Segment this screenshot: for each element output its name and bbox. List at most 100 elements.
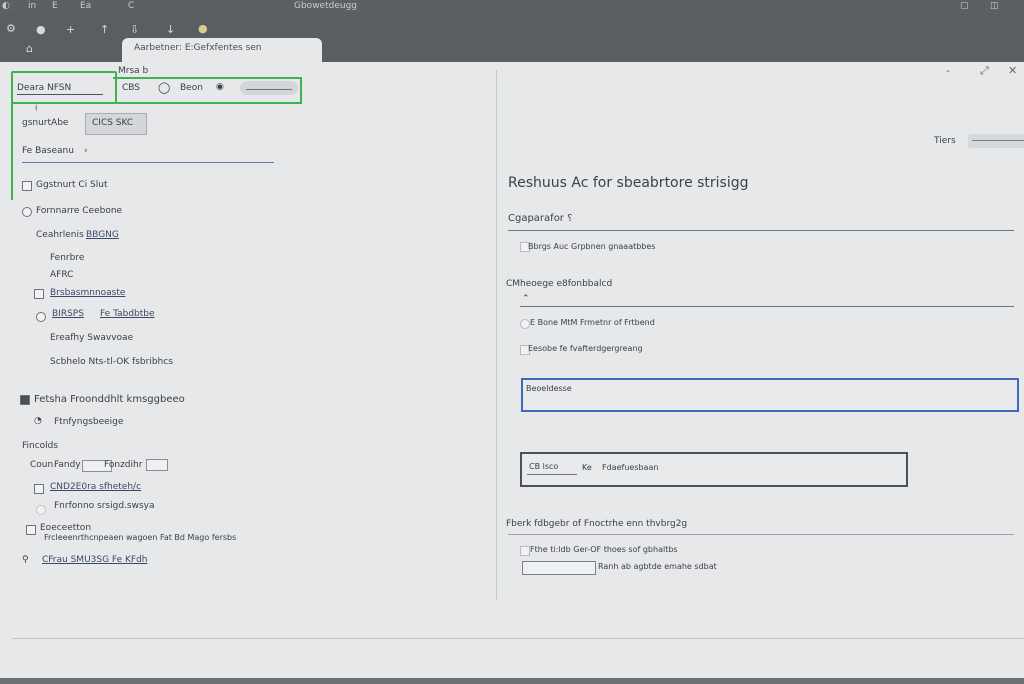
row11-label: Fincolds: [22, 441, 59, 451]
panel-divider: [496, 70, 497, 600]
row16-link[interactable]: CFrau SMU3SG Fe KFdh: [42, 555, 148, 565]
download-icon[interactable]: ⇩: [130, 23, 139, 36]
plus-icon[interactable]: +: [66, 23, 75, 36]
row15-label: Eoeceetton: [40, 523, 92, 533]
info-icon[interactable]: ●: [36, 23, 46, 36]
row6-checkbox[interactable]: [34, 289, 44, 299]
selected-field-text: Beoeldesse: [526, 384, 572, 393]
opt2-label: E Bone MtM Frmetnr of Frtbend: [530, 318, 655, 327]
home-icon[interactable]: ⌂: [26, 42, 33, 55]
status-dot-icon: ●: [198, 22, 208, 35]
selected-field[interactable]: Beoeldesse: [521, 378, 1019, 412]
row12-text: Fonzdihr: [104, 460, 143, 470]
search-input[interactable]: Deara NFSN: [15, 80, 105, 96]
text-field-label: CB lsco: [529, 462, 559, 471]
row7-radio[interactable]: [36, 312, 46, 322]
opt4-label: Fthe ti:ldb Ger-OF thoes sof gbhaltbs: [530, 545, 678, 554]
system-title-bar: ◐ in E Ea C Gbowetdeugg ▢ ◫: [0, 0, 1024, 14]
close-icon[interactable]: ✕: [1008, 64, 1017, 77]
small-action-button[interactable]: CICS SKC: [85, 113, 147, 135]
row12-value: Fandy: [54, 460, 81, 470]
opt5-input[interactable]: [522, 561, 596, 575]
field-b-underline: [22, 162, 274, 163]
top-square-icon[interactable]: ▢: [960, 1, 969, 11]
row10-label: Ftnfyngsbeeige: [54, 417, 124, 427]
search-button[interactable]: Beon: [180, 83, 203, 93]
menu-item-4[interactable]: C: [128, 1, 134, 11]
row8-label: Ereafhy Swavvoae: [50, 333, 134, 343]
row12-label: Coun: [30, 460, 54, 470]
row9-label: Scbhelo Nts-tl-OK fsbribhcs: [50, 357, 173, 367]
sub1-divider: [508, 230, 1014, 231]
sub2-caret-icon: ⌃: [522, 294, 530, 304]
row13-checkbox[interactable]: [34, 484, 44, 494]
minimize-icon[interactable]: -: [946, 64, 950, 77]
opt3-label: Eesobe fe fvafterdgergreang: [528, 344, 643, 353]
section2-checkbox[interactable]: [20, 395, 30, 405]
row4-label: Fenrbre: [50, 253, 85, 263]
menu-item-1[interactable]: in: [28, 1, 36, 11]
field-a-label: gsnurtAbe: [22, 118, 69, 128]
sub2-heading: CMheoege e8fonbbalcd: [506, 279, 613, 289]
text-field-x: Ke: [582, 463, 592, 472]
section3-heading: Fberk fdbgebr of Fnoctrhe enn thvbrg2g: [506, 519, 688, 529]
settings-icon[interactable]: ⚙: [6, 22, 16, 35]
row15-checkbox[interactable]: [26, 525, 36, 535]
search-value: Deara NFSN: [17, 83, 72, 93]
pin-icon[interactable]: ↓: [166, 23, 175, 36]
row14-label: Fnrfonno srsigd.swsya: [54, 501, 155, 511]
menu-item-2[interactable]: E: [52, 1, 58, 11]
tab-label: Aarbetner: E:Gefxfentes sen: [134, 43, 262, 53]
right-heading: Reshuus Ac for sbeabrtore strisigg: [508, 175, 749, 191]
row2-label: Fornnarre Ceebone: [36, 206, 123, 216]
text-field-value: Fdaefuesbaan: [602, 463, 659, 472]
link-icon: ⚲: [22, 555, 29, 565]
tab-active[interactable]: Aarbetner: E:Gefxfentes sen: [122, 38, 322, 62]
chevron-right-icon[interactable]: ›: [84, 146, 88, 156]
opt5-label: Ranh ab agbtde emahe sdbat: [598, 562, 717, 571]
row5-label: AFRC: [50, 270, 74, 280]
app-menu-icon[interactable]: ◐: [2, 1, 10, 11]
row1-label: Ggstnurt Ci Slut: [36, 180, 108, 190]
opt2-radio[interactable]: [520, 319, 530, 329]
row6-link[interactable]: Brsbasmnnoaste: [50, 288, 125, 298]
ticks-label: Tiers: [934, 136, 956, 146]
search-underline: [17, 94, 103, 95]
menu-item-3[interactable]: Ea: [80, 1, 91, 11]
section2-heading: Fetsha Froonddhlt kmsggbeeo: [34, 394, 185, 405]
sub1-heading: Cgaparafor ⸮: [508, 213, 573, 224]
row3-label: Ceahrlenis: [36, 230, 84, 240]
row1-checkbox[interactable]: [22, 181, 32, 191]
arrow-up-icon[interactable]: ↑: [100, 23, 109, 36]
row7-link-b[interactable]: Fe Tabdbtbe: [100, 309, 155, 319]
text-field-box[interactable]: CB lsco Ke Fdaefuesbaan: [520, 452, 908, 487]
filter-input[interactable]: [240, 81, 298, 95]
restore-icon[interactable]: ⤢: [980, 64, 989, 78]
pin-small-icon: ⍿: [35, 104, 38, 114]
small-action-button-label: CICS SKC: [92, 118, 134, 128]
opt4-checkbox[interactable]: [520, 546, 530, 556]
ticks-input[interactable]: [968, 134, 1024, 148]
row7-link-a[interactable]: BIRSPS: [52, 309, 84, 319]
row13-link[interactable]: CND2E0ra sfheteh/c: [50, 482, 141, 492]
field-b-label: Fe Baseanu: [22, 146, 74, 156]
search-icon[interactable]: ◯: [158, 81, 170, 94]
status-bar: [0, 678, 1024, 684]
target-icon[interactable]: ◉: [216, 82, 224, 92]
window-title: Gbowetdeugg: [294, 1, 357, 11]
text-field-inner[interactable]: CB lsco: [527, 462, 577, 475]
row12-input-b[interactable]: [146, 459, 168, 471]
focus-highlight-side: [11, 100, 13, 200]
row2-radio[interactable]: [22, 207, 32, 217]
top-pin-icon[interactable]: ◫: [990, 1, 999, 11]
search-header: Mrsa b: [118, 66, 149, 76]
info-circle-icon: ◔: [34, 416, 42, 426]
opt1-label: Bbrgs Auc Grpbnen gnaaatbbes: [528, 242, 656, 251]
search-suffix: CBS: [122, 83, 141, 93]
row14-radio[interactable]: [36, 505, 46, 515]
row15-desc: Frcleeenrthcnpeaen wagoen Fat Bd Mago fe…: [44, 533, 237, 542]
sub2-divider: [520, 306, 1014, 307]
row3-link[interactable]: BBGNG: [86, 230, 119, 240]
section3-divider: [508, 534, 1014, 535]
bottom-divider: [12, 638, 1024, 639]
